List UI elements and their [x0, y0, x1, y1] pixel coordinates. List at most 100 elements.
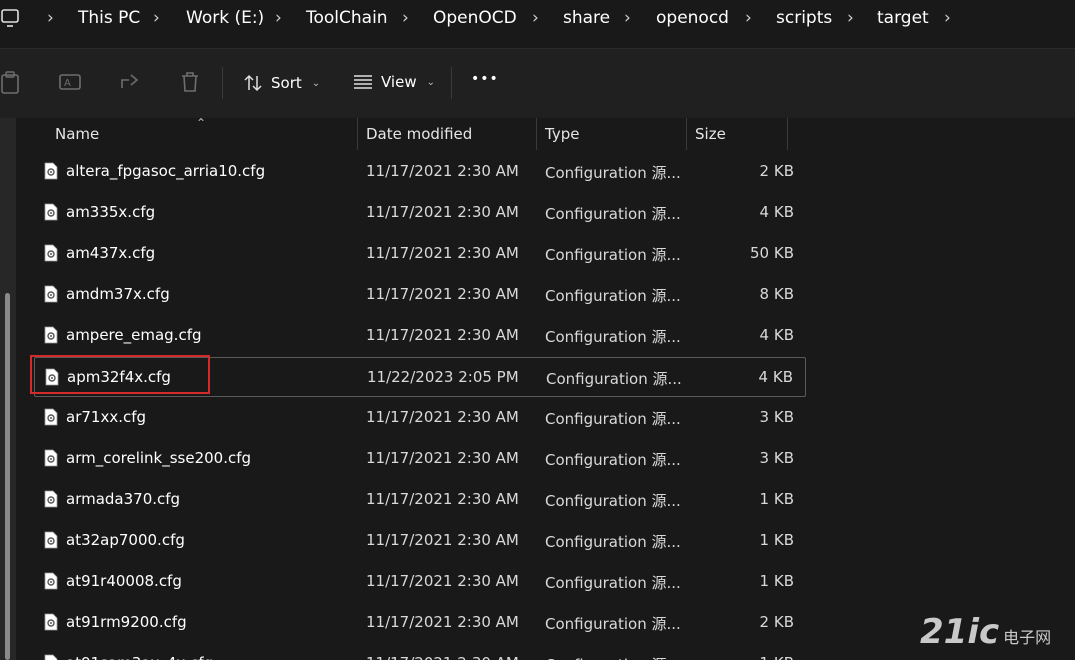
file-date-modified: 11/17/2021 2:30 AM: [366, 162, 519, 180]
file-date-modified: 11/17/2021 2:30 AM: [366, 654, 519, 660]
chevron-right-icon[interactable]: ›: [153, 8, 160, 28]
column-type-header[interactable]: Type: [545, 125, 579, 143]
file-type: Configuration 源...: [545, 451, 681, 469]
sort-ascending-icon: ⌃: [196, 118, 207, 130]
file-date-modified: 11/17/2021 2:30 AM: [366, 408, 519, 426]
file-date-modified: 11/17/2021 2:30 AM: [366, 531, 519, 549]
file-size: 3 KB: [759, 449, 794, 467]
file-size: 8 KB: [759, 285, 794, 303]
file-name: at91r40008.cfg: [66, 572, 182, 590]
file-row[interactable]: am437x.cfg 11/17/2021 2:30 AM Configuratio…: [34, 234, 806, 274]
share-icon[interactable]: [119, 71, 141, 93]
more-options-button[interactable]: •••: [471, 71, 499, 87]
paste-icon[interactable]: [0, 71, 20, 95]
file-name: at91rm9200.cfg: [66, 613, 187, 631]
crumb-this-pc[interactable]: This PC: [78, 8, 140, 28]
file-row[interactable]: altera_fpgasoc_arria10.cfg 11/17/2021 2:3…: [34, 152, 806, 192]
file-row[interactable]: at32ap7000.cfg 11/17/2021 2:30 AM Configur…: [34, 521, 806, 561]
config-file-icon: [44, 654, 58, 660]
column-divider[interactable]: [686, 118, 687, 150]
config-file-icon: [44, 613, 58, 631]
file-row[interactable]: at91rm9200.cfg 11/17/2021 2:30 AM Configur…: [34, 603, 806, 643]
column-name-header[interactable]: Name: [55, 125, 99, 143]
file-date-modified: 11/22/2023 2:05 PM: [367, 368, 519, 386]
view-icon: [354, 75, 372, 89]
config-file-icon: [44, 408, 58, 426]
navigation-pane[interactable]: [0, 118, 16, 660]
config-file-icon: [44, 326, 58, 344]
crumb-openocd-folder[interactable]: openocd: [656, 8, 729, 28]
file-date-modified: 11/17/2021 2:30 AM: [366, 613, 519, 631]
file-date-modified: 11/17/2021 2:30 AM: [366, 285, 519, 303]
toolbar-divider: [451, 67, 452, 99]
delete-icon[interactable]: [180, 71, 200, 93]
sort-icon: [244, 74, 262, 92]
file-row[interactable]: at91r40008.cfg 11/17/2021 2:30 AM Configur…: [34, 562, 806, 602]
file-date-modified: 11/17/2021 2:30 AM: [366, 490, 519, 508]
column-divider[interactable]: [787, 118, 788, 150]
column-date-header[interactable]: Date modified: [366, 125, 472, 143]
chevron-right-icon[interactable]: ›: [624, 8, 631, 28]
address-bar[interactable]: › This PC › Work (E:) › ToolChain › Open…: [0, 0, 1075, 38]
config-file-icon: [44, 449, 58, 467]
column-divider[interactable]: [536, 118, 537, 150]
watermark-logo: 21ic 电子网: [920, 612, 1051, 652]
crumb-openocd[interactable]: OpenOCD: [433, 8, 517, 28]
crumb-scripts[interactable]: scripts: [776, 8, 832, 28]
file-date-modified: 11/17/2021 2:30 AM: [366, 572, 519, 590]
crumb-toolchain[interactable]: ToolChain: [306, 8, 388, 28]
file-type: Configuration 源...: [545, 615, 681, 633]
file-size: 2 KB: [759, 613, 794, 631]
file-size: 1 KB: [759, 531, 794, 549]
file-name: altera_fpgasoc_arria10.cfg: [66, 162, 266, 180]
column-header: Name ⌃ Date modified Type Size: [16, 118, 1075, 150]
file-size: 2 KB: [759, 162, 794, 180]
chevron-down-icon: ⌄: [426, 76, 435, 88]
watermark-main: 21ic: [920, 612, 1000, 652]
crumb-target[interactable]: target: [877, 8, 929, 28]
file-size: 1 KB: [760, 654, 794, 660]
sort-button[interactable]: Sort ⌄: [243, 73, 320, 93]
config-file-icon: [44, 285, 58, 303]
file-row[interactable]: armada370.cfg 11/17/2021 2:30 AM Configura…: [34, 480, 806, 520]
file-type: Configuration 源...: [545, 205, 681, 223]
computer-icon[interactable]: [0, 7, 22, 29]
column-size-header[interactable]: Size: [695, 125, 726, 143]
file-date-modified: 11/17/2021 2:30 AM: [366, 449, 519, 467]
file-type: Configuration 源...: [545, 164, 681, 182]
file-row[interactable]: arm_corelink_sse200.cfg 11/17/2021 2:30 A…: [34, 439, 806, 479]
file-name: amdm37x.cfg: [66, 285, 170, 303]
file-date-modified: 11/17/2021 2:30 AM: [366, 203, 519, 221]
config-file-icon: [44, 244, 58, 262]
file-name: armada370.cfg: [66, 490, 181, 508]
file-type: Configuration 源...: [546, 370, 682, 388]
file-size: 3 KB: [759, 408, 794, 426]
file-row[interactable]: am335x.cfg 11/17/2021 2:30 AM Configuratio…: [34, 193, 806, 233]
chevron-right-icon[interactable]: ›: [847, 8, 854, 28]
file-size: 50 KB: [750, 244, 794, 262]
config-file-icon: [44, 572, 58, 590]
file-type: Configuration 源...: [545, 654, 681, 660]
chevron-right-icon[interactable]: ›: [275, 8, 282, 28]
crumb-share[interactable]: share: [563, 8, 610, 28]
file-size: 4 KB: [759, 203, 794, 221]
chevron-right-icon[interactable]: ›: [944, 8, 951, 28]
file-row[interactable]: ar71xx.cfg 11/17/2021 2:30 AM Configuratio…: [34, 398, 806, 438]
file-row[interactable]: ampere_emag.cfg 11/17/2021 2:30 AM Configu…: [34, 316, 806, 356]
navigation-pane-scrollbar[interactable]: [5, 293, 10, 660]
file-row[interactable]: at91sam3ax_4x.cfg 11/17/2021 2:30 AM Confi…: [34, 644, 806, 660]
config-file-icon: [44, 490, 58, 508]
view-button[interactable]: View ⌄: [353, 73, 435, 91]
chevron-right-icon[interactable]: ›: [47, 8, 54, 28]
column-divider[interactable]: [357, 118, 358, 150]
file-row[interactable]: amdm37x.cfg 11/17/2021 2:30 AM Configurati…: [34, 275, 806, 315]
chevron-right-icon[interactable]: ›: [745, 8, 752, 28]
rename-icon[interactable]: A: [59, 71, 81, 93]
annotation-highlight-box: [30, 355, 210, 394]
crumb-work-drive[interactable]: Work (E:): [186, 8, 264, 28]
chevron-right-icon[interactable]: ›: [402, 8, 409, 28]
file-type: Configuration 源...: [545, 492, 681, 510]
file-size: 4 KB: [758, 368, 793, 386]
chevron-right-icon[interactable]: ›: [532, 8, 539, 28]
file-date-modified: 11/17/2021 2:30 AM: [366, 244, 519, 262]
